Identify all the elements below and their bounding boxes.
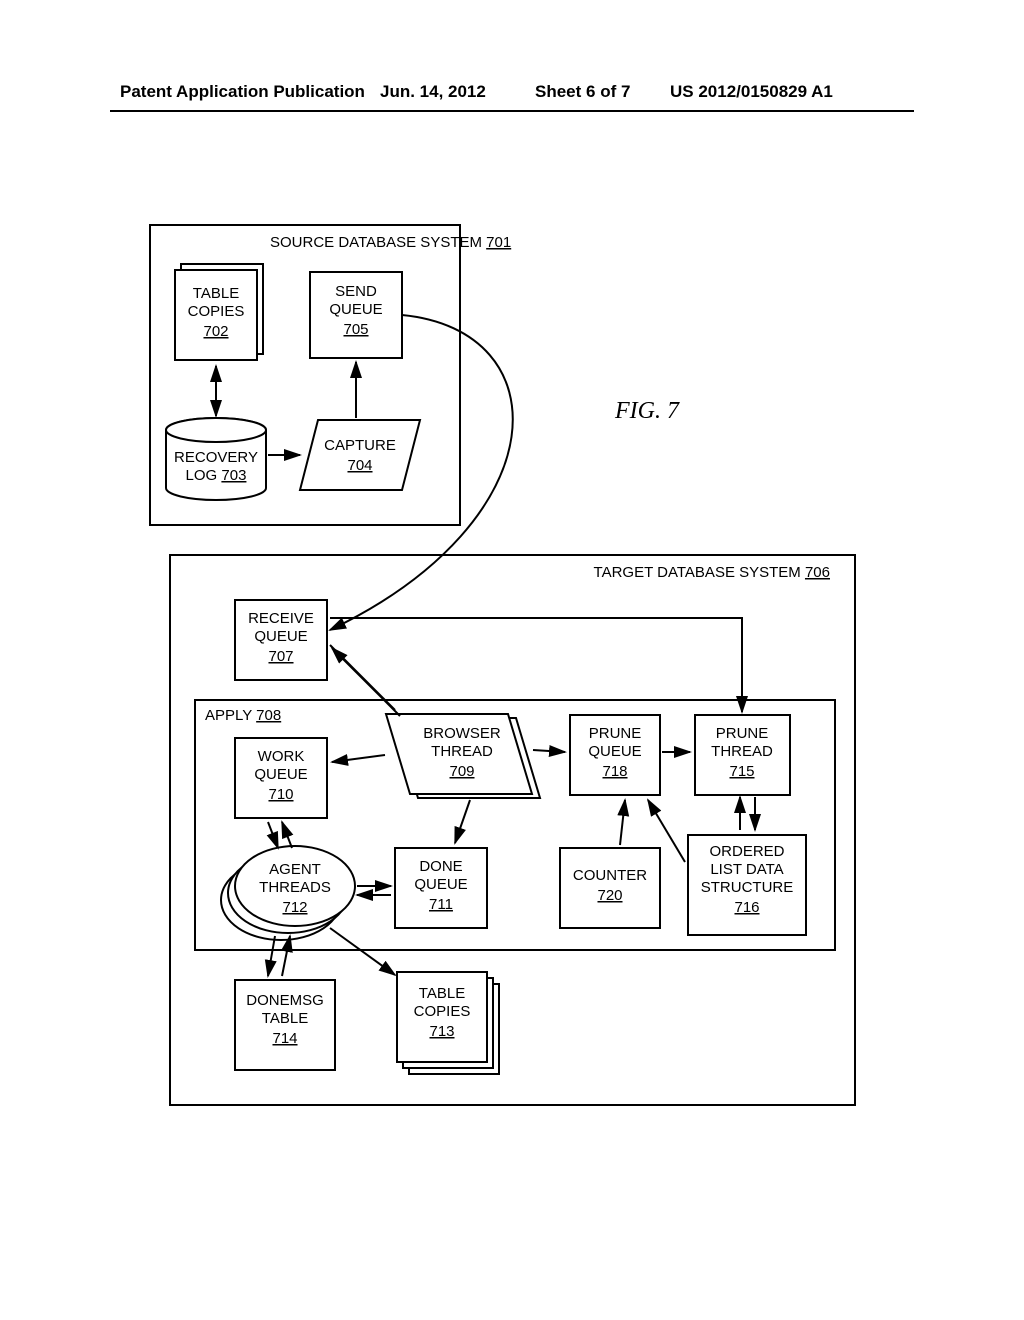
- svg-text:QUEUE: QUEUE: [588, 743, 641, 760]
- svg-text:TABLE: TABLE: [193, 285, 239, 302]
- svg-text:SEND: SEND: [335, 283, 377, 300]
- svg-text:CAPTURE: CAPTURE: [324, 437, 396, 454]
- svg-text:PRUNE: PRUNE: [716, 725, 769, 742]
- svg-text:704: 704: [347, 457, 372, 474]
- box-counter: COUNTER 720: [560, 848, 660, 928]
- svg-text:RECEIVE: RECEIVE: [248, 610, 314, 627]
- svg-text:TABLE: TABLE: [262, 1010, 308, 1027]
- svg-text:720: 720: [597, 887, 622, 904]
- page: Patent Application Publication Jun. 14, …: [0, 0, 1024, 1320]
- parallelogram-capture: CAPTURE 704: [300, 420, 420, 490]
- box-ordered-list: ORDERED LIST DATA STRUCTURE 716: [688, 835, 806, 935]
- svg-text:COUNTER: COUNTER: [573, 867, 647, 884]
- svg-text:COPIES: COPIES: [188, 303, 245, 320]
- svg-text:BROWSER: BROWSER: [423, 725, 501, 742]
- svg-text:QUEUE: QUEUE: [254, 766, 307, 783]
- svg-text:QUEUE: QUEUE: [414, 876, 467, 893]
- box-donemsg-table: DONEMSG TABLE 714: [235, 980, 335, 1070]
- svg-text:COPIES: COPIES: [414, 1003, 471, 1020]
- box-prune-queue: PRUNE QUEUE 718: [570, 715, 660, 795]
- svg-text:711: 711: [429, 896, 453, 913]
- svg-text:705: 705: [343, 321, 368, 338]
- svg-text:713: 713: [429, 1023, 454, 1040]
- svg-text:THREAD: THREAD: [711, 743, 773, 760]
- svg-text:710: 710: [268, 786, 293, 803]
- svg-text:716: 716: [734, 899, 759, 916]
- svg-text:AGENT: AGENT: [269, 861, 321, 878]
- svg-text:RECOVERY: RECOVERY: [174, 449, 258, 466]
- svg-text:THREAD: THREAD: [431, 743, 493, 760]
- ellipse-agent-threads: AGENT THREADS 712: [221, 846, 355, 940]
- svg-text:DONEMSG: DONEMSG: [246, 992, 324, 1009]
- svg-text:715: 715: [729, 763, 754, 780]
- svg-text:TABLE: TABLE: [419, 985, 465, 1002]
- diagram-svg: SOURCE DATABASE SYSTEM 701 TABLE COPIES …: [0, 0, 1024, 1320]
- box-send-queue: SEND QUEUE 705: [310, 272, 402, 358]
- svg-text:QUEUE: QUEUE: [329, 301, 382, 318]
- svg-text:ORDERED: ORDERED: [709, 843, 784, 860]
- target-system-title: TARGET DATABASE SYSTEM 706: [594, 564, 830, 581]
- svg-text:DONE: DONE: [419, 858, 462, 875]
- box-table-copies-target: TABLE COPIES 713: [397, 972, 499, 1074]
- svg-text:WORK: WORK: [258, 748, 305, 765]
- box-work-queue: WORK QUEUE 710: [235, 738, 327, 818]
- svg-text:712: 712: [282, 899, 307, 916]
- svg-text:714: 714: [272, 1030, 297, 1047]
- box-table-copies-source: TABLE COPIES 702: [175, 264, 263, 360]
- box-done-queue: DONE QUEUE 711: [395, 848, 487, 928]
- box-receive-queue: RECEIVE QUEUE 707: [235, 600, 327, 680]
- apply-label: APPLY 708: [205, 707, 281, 724]
- svg-text:718: 718: [602, 763, 627, 780]
- svg-text:STRUCTURE: STRUCTURE: [701, 879, 794, 896]
- svg-text:LIST DATA: LIST DATA: [710, 861, 783, 878]
- svg-text:707: 707: [268, 648, 293, 665]
- svg-text:709: 709: [449, 763, 474, 780]
- svg-text:THREADS: THREADS: [259, 879, 331, 896]
- cylinder-recovery-log: RECOVERY LOG 703: [166, 418, 266, 500]
- svg-text:PRUNE: PRUNE: [589, 725, 642, 742]
- parallelogram-browser-thread: BROWSER THREAD 709: [386, 714, 540, 798]
- svg-text:702: 702: [203, 323, 228, 340]
- svg-text:LOG 703: LOG 703: [186, 467, 247, 484]
- source-system-title: SOURCE DATABASE SYSTEM 701: [270, 234, 511, 251]
- box-prune-thread: PRUNE THREAD 715: [695, 715, 790, 795]
- svg-text:QUEUE: QUEUE: [254, 628, 307, 645]
